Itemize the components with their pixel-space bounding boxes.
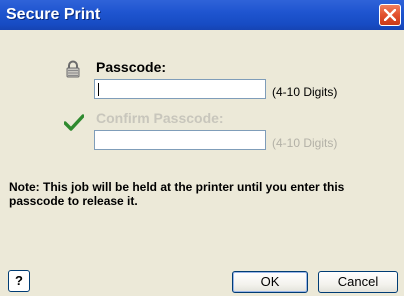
note-text: Note: This job will be held at the print… [9,180,345,208]
ok-button[interactable]: OK [232,271,308,293]
passcode-input[interactable] [94,79,266,99]
checkmark-icon [64,114,84,131]
passcode-label: Passcode: [96,59,167,75]
window-title: Secure Print [6,6,101,23]
close-button[interactable] [379,4,401,26]
help-button[interactable]: ? [8,270,30,292]
lock-icon [66,60,80,78]
text-caret [98,83,99,96]
title-bar: Secure Print [0,0,404,30]
close-icon [384,9,396,21]
secure-print-dialog: Secure Print Passcode: (4-10 Digits) Con… [0,0,404,296]
confirm-passcode-hint: (4-10 Digits) [272,136,338,150]
confirm-passcode-input[interactable] [94,130,266,150]
confirm-passcode-label: Confirm Passcode: [96,110,224,126]
cancel-button[interactable]: Cancel [318,271,398,293]
passcode-hint: (4-10 Digits) [272,85,338,99]
